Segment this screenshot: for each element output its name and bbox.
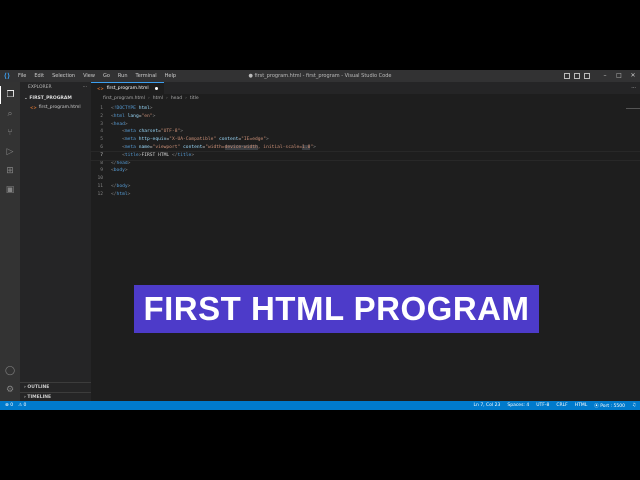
minimap[interactable]	[626, 108, 640, 109]
maximize-icon[interactable]: □	[612, 70, 626, 82]
errors-indicator[interactable]: ⊗ 0	[5, 403, 13, 408]
search-icon[interactable]: ⌕	[0, 105, 20, 123]
outline-section[interactable]: › OUTLINE	[20, 382, 91, 391]
editor-more-actions-icon[interactable]: ···	[631, 82, 636, 94]
code-line: 2 <html lang="en">	[91, 113, 640, 121]
code-line: 11 </body>	[91, 183, 640, 191]
breadcrumb: first_program.html › html › head › title	[91, 94, 199, 104]
line-number: 12	[97, 191, 103, 197]
language-mode[interactable]: HTML	[575, 403, 588, 408]
html-file-icon: <>	[97, 85, 104, 91]
live-server-port[interactable]: ⦿ Port : 5500	[594, 403, 625, 409]
menu-terminal[interactable]: Terminal	[132, 70, 161, 82]
folder-label: FIRST_PROGRAM	[29, 96, 72, 101]
line-number: 10	[97, 176, 103, 182]
explorer-icon[interactable]: ❐	[0, 86, 20, 104]
code-line: 12 </html>	[91, 191, 640, 199]
menu-edit[interactable]: Edit	[30, 70, 48, 82]
title-overlay-banner: FIRST HTML PROGRAM	[134, 285, 539, 333]
minimize-icon[interactable]: –	[598, 70, 612, 82]
activity-bar: ❐ ⌕ ⑂ ▷ ⊞ ▣ ◯ ⚙	[0, 82, 20, 401]
layout-controls	[564, 70, 590, 82]
run-debug-icon[interactable]: ▷	[0, 143, 20, 161]
manage-gear-icon[interactable]: ⚙	[0, 381, 20, 399]
status-right: Ln 7, Col 23 Spaces: 4 UTF-8 CRLF HTML ⦿…	[474, 401, 636, 410]
line-number: 1	[100, 106, 103, 111]
file-label: first_program.html	[38, 105, 81, 110]
encoding[interactable]: UTF-8	[536, 403, 549, 408]
line-number: 6	[100, 144, 103, 150]
code-line: 3 <head>	[91, 121, 640, 129]
toggle-secondary-sidebar-icon[interactable]	[584, 73, 590, 79]
toggle-panel-icon[interactable]	[574, 73, 580, 79]
vscode-window: ⟨⟩ File Edit Selection View Go Run Termi…	[0, 70, 640, 410]
source-control-icon[interactable]: ⑂	[0, 124, 20, 142]
overlay-title: FIRST HTML PROGRAM	[143, 290, 530, 327]
breadcrumb-title[interactable]: title	[190, 94, 199, 104]
extensions-icon[interactable]: ⊞	[0, 162, 20, 180]
menu-view[interactable]: View	[79, 70, 99, 82]
menu-bar: File Edit Selection View Go Run Terminal…	[14, 70, 180, 82]
code-line-current: 7 <title>FIRST HTML </title>	[90, 150, 640, 161]
chevron-right-icon: ›	[147, 96, 150, 101]
status-left: ⊗ 0 ⚠ 0	[0, 403, 26, 408]
chevron-right-icon: ›	[185, 96, 187, 101]
editor-tabs: <> first_program.html ···	[91, 82, 640, 94]
code-line: 10	[91, 175, 640, 183]
code-line: 1 <!DOCTYPE html>	[91, 105, 640, 113]
explorer-title: EXPLORER	[28, 85, 52, 90]
status-bar: ⊗ 0 ⚠ 0 Ln 7, Col 23 Spaces: 4 UTF-8 CRL…	[0, 401, 640, 410]
timeline-label: TIMELINE	[27, 395, 52, 400]
code-line: 5 <meta http-equiv="X-UA-Compatible" con…	[91, 136, 640, 144]
line-number: 9	[100, 168, 103, 174]
folder-first-program[interactable]: ⌄ FIRST_PROGRAM	[20, 94, 91, 103]
indentation[interactable]: Spaces: 4	[507, 403, 529, 408]
code-line: 8 </head>	[91, 160, 640, 168]
code-editor[interactable]: 1 <!DOCTYPE html> 2 <html lang="en"> 3 <hea…	[90, 105, 640, 199]
unsaved-dot-icon[interactable]	[154, 87, 158, 90]
more-actions-icon[interactable]: ···	[83, 82, 87, 94]
line-number: 8	[100, 160, 103, 166]
explorer-header: EXPLORER ···	[20, 82, 91, 94]
menu-go[interactable]: Go	[99, 70, 114, 82]
code-line: 4 <meta charset="UTF-8">	[91, 128, 640, 136]
account-icon[interactable]: ◯	[0, 362, 20, 380]
tab-label: first_program.html	[106, 85, 149, 91]
vscode-logo-icon: ⟨⟩	[3, 72, 11, 80]
outline-label: OUTLINE	[27, 385, 50, 390]
code-line: 9 <body>	[91, 167, 640, 175]
line-number: 5	[100, 137, 103, 143]
menu-run[interactable]: Run	[114, 70, 132, 82]
line-number: 4	[100, 129, 103, 135]
title-bar: ⟨⟩ File Edit Selection View Go Run Termi…	[0, 70, 640, 82]
breadcrumb-head[interactable]: head	[171, 94, 182, 104]
line-number: 7	[100, 152, 103, 158]
line-ending[interactable]: CRLF	[556, 403, 567, 408]
remote-explorer-icon[interactable]: ▣	[0, 181, 20, 199]
breadcrumb-html[interactable]: html	[153, 94, 163, 104]
menu-file[interactable]: File	[14, 70, 30, 82]
warnings-indicator[interactable]: ⚠ 0	[18, 403, 26, 408]
toggle-sidebar-icon[interactable]	[564, 73, 570, 79]
code-line: 6 <meta name="viewport" content="width=d…	[91, 144, 640, 152]
tab-first-program-html[interactable]: <> first_program.html	[91, 82, 164, 94]
file-first-program-html[interactable]: <> first_program.html	[20, 103, 91, 112]
close-icon[interactable]: ✕	[626, 70, 640, 82]
breadcrumb-file[interactable]: first_program.html	[103, 94, 145, 104]
menu-help[interactable]: Help	[161, 70, 180, 82]
chevron-right-icon: ›	[166, 96, 168, 101]
menu-selection[interactable]: Selection	[48, 70, 79, 82]
explorer-sidebar: EXPLORER ··· ⌄ FIRST_PROGRAM <> first_pr…	[20, 82, 91, 401]
notifications-bell-icon[interactable]: ♫	[632, 403, 636, 408]
timeline-section[interactable]: › TIMELINE	[20, 392, 91, 401]
window-controls: – □ ✕	[598, 70, 640, 82]
line-number: 2	[100, 113, 103, 119]
html-file-icon: <>	[30, 105, 37, 110]
line-number: 11	[97, 183, 103, 189]
cursor-position[interactable]: Ln 7, Col 23	[474, 403, 501, 408]
line-number: 3	[100, 121, 103, 127]
